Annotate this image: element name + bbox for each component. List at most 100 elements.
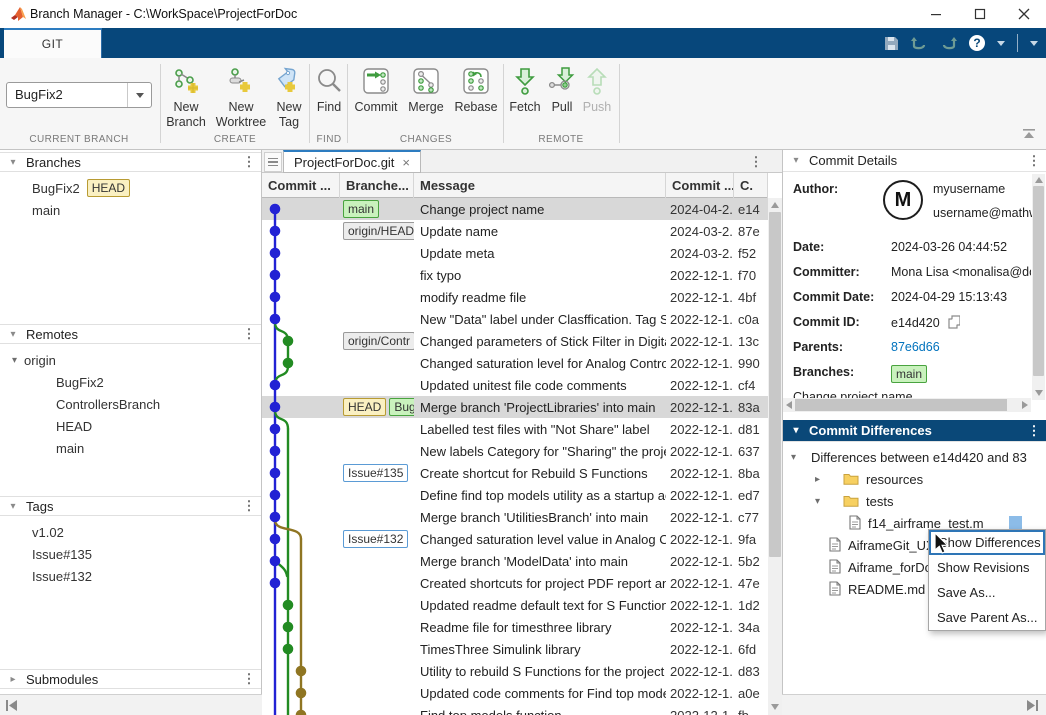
scroll-up-icon[interactable]	[1035, 177, 1043, 183]
collapse-arrow-icon[interactable]: ▾	[0, 157, 26, 168]
expand-arrow-icon[interactable]: ▸	[0, 674, 26, 685]
commit-table-row[interactable]: Update meta2024-03-2...f52	[262, 242, 768, 264]
context-menu-item[interactable]: Show Revisions	[929, 555, 1045, 580]
sidebar-branch-item[interactable]: main	[32, 200, 60, 220]
sidebar-bottom-scrollbar[interactable]	[0, 694, 262, 715]
collapse-arrow-icon[interactable]: ▾	[0, 329, 26, 340]
find-button[interactable]: Find	[312, 64, 346, 115]
branches-section-header[interactable]: ▾ Branches ⋮	[0, 152, 261, 172]
column-header[interactable]: Commit ...	[666, 173, 734, 198]
sidebar-remote-branch-item[interactable]: BugFix2	[56, 372, 104, 392]
scroll-right-icon[interactable]	[1022, 401, 1028, 409]
commit-details-header[interactable]: ▾ Commit Details ⋮	[783, 150, 1046, 172]
submodules-menu-icon[interactable]: ⋮	[237, 671, 261, 687]
scroll-up-icon[interactable]	[771, 202, 779, 208]
copy-icon[interactable]	[948, 315, 960, 332]
combo-dropdown-icon[interactable]	[127, 83, 151, 107]
minimize-button[interactable]	[914, 0, 958, 28]
commit-table-row[interactable]: New labels Category for "Sharing" the pr…	[262, 440, 768, 462]
remotes-menu-icon[interactable]: ⋮	[237, 326, 261, 342]
collapse-arrow-icon[interactable]: ▾	[783, 425, 809, 436]
tags-section-header[interactable]: ▾ Tags ⋮	[0, 496, 261, 516]
commit-table-row[interactable]: origin/HEADUpdate name2024-03-2...87e	[262, 220, 768, 242]
document-tab[interactable]: ProjectForDoc.git ×	[283, 150, 421, 173]
commit-table-row[interactable]: Find top models function2022-12-1...fb	[262, 704, 768, 715]
sidebar-branch-item[interactable]: BugFix2HEAD	[32, 178, 130, 198]
column-header[interactable]: Commit ...	[262, 173, 340, 198]
sidebar-remote-root[interactable]: ▾origin	[12, 350, 56, 370]
diff-tree-item[interactable]: ▾Differences between e14d420 and 83	[783, 446, 1046, 468]
scrollbar-thumb[interactable]	[1033, 186, 1044, 376]
sidebar-tag-item[interactable]: Issue#135	[32, 544, 92, 564]
commit-table-row[interactable]: Readme file for timesthree library2022-1…	[262, 616, 768, 638]
help-icon[interactable]: ?	[969, 35, 985, 51]
tab-list-icon[interactable]	[264, 152, 282, 172]
push-button[interactable]: Push	[580, 64, 614, 115]
save-icon[interactable]	[884, 36, 899, 51]
undo-icon[interactable]	[911, 36, 928, 51]
commit-table-row[interactable]: origin/ContrChanged parameters of Stick …	[262, 330, 768, 352]
close-button[interactable]	[1002, 0, 1046, 28]
scroll-down-icon[interactable]	[1035, 390, 1043, 396]
new-branch-button[interactable]: New Branch	[164, 64, 208, 130]
commit-table-row[interactable]: Updated readme default text for S Functi…	[262, 594, 768, 616]
commit-table-row[interactable]: Changed saturation level for Analog Cont…	[262, 352, 768, 374]
tags-menu-icon[interactable]: ⋮	[237, 498, 261, 514]
commit-table-row[interactable]: mainChange project name2024-04-2...e14	[262, 198, 768, 220]
maximize-button[interactable]	[958, 0, 1002, 28]
column-header[interactable]: C.	[734, 173, 768, 198]
scroll-to-end-icon[interactable]	[1026, 700, 1038, 711]
current-branch-combo[interactable]: BugFix2	[6, 82, 152, 108]
pull-button[interactable]: Pull	[546, 64, 578, 115]
scroll-down-icon[interactable]	[771, 704, 779, 710]
commit-table-row[interactable]: Merge branch 'ModelData' into main2022-1…	[262, 550, 768, 572]
branches-menu-icon[interactable]: ⋮	[237, 154, 261, 170]
commit-table-row[interactable]: Updated unitest file code comments2022-1…	[262, 374, 768, 396]
collapse-arrow-icon[interactable]: ▾	[12, 355, 17, 366]
help-dropdown-icon[interactable]	[997, 41, 1005, 46]
commit-table-row[interactable]: Created shortcuts for project PDF report…	[262, 572, 768, 594]
collapse-arrow-icon[interactable]: ▾	[0, 501, 26, 512]
commit-table-row[interactable]: modify readme file2022-12-1...4bf	[262, 286, 768, 308]
rebase-button[interactable]: Rebase	[452, 64, 500, 115]
commit-differences-menu-icon[interactable]: ⋮	[1022, 423, 1046, 439]
collapse-arrow-icon[interactable]: ▾	[791, 452, 796, 463]
commit-table-row[interactable]: fix typo2022-12-1...f70	[262, 264, 768, 286]
new-tag-button[interactable]: New Tag	[272, 64, 306, 130]
details-vertical-scrollbar[interactable]	[1032, 174, 1045, 400]
column-header[interactable]: Message	[414, 173, 666, 198]
expand-arrow-icon[interactable]: ▸	[815, 474, 820, 485]
merge-button[interactable]: Merge	[404, 64, 448, 115]
collapse-ribbon-icon[interactable]	[1022, 128, 1036, 143]
redo-icon[interactable]	[940, 36, 957, 51]
commit-button[interactable]: Commit	[352, 64, 400, 115]
details-horizontal-scrollbar[interactable]	[783, 398, 1031, 412]
quick-access-dropdown-icon[interactable]	[1030, 41, 1038, 46]
diff-tree-item[interactable]: ▸resources	[783, 468, 1046, 490]
sidebar-tag-item[interactable]: Issue#132	[32, 566, 92, 586]
sidebar-tag-item[interactable]: v1.02	[32, 522, 64, 542]
commit-table-row[interactable]: HEADBugFMerge branch 'ProjectLibraries' …	[262, 396, 768, 418]
commit-table-row[interactable]: New "Data" label under Clasffication. Ta…	[262, 308, 768, 330]
context-menu-item[interactable]: Save As...	[929, 580, 1045, 605]
context-menu-item[interactable]: Save Parent As...	[929, 605, 1045, 630]
right-panel-bottom-scrollbar[interactable]	[782, 694, 1046, 715]
scrollbar-thumb[interactable]	[795, 399, 1007, 411]
scroll-left-icon[interactable]	[786, 401, 792, 409]
sidebar-remote-branch-item[interactable]: HEAD	[56, 416, 92, 436]
table-vertical-scrollbar[interactable]	[768, 198, 782, 715]
collapse-arrow-icon[interactable]: ▾	[783, 155, 809, 166]
submodules-section-header[interactable]: ▸ Submodules ⋮	[0, 669, 261, 689]
sidebar-remote-branch-item[interactable]: main	[56, 438, 84, 458]
commit-table-row[interactable]: Utility to rebuild S Functions for the p…	[262, 660, 768, 682]
commit-differences-header[interactable]: ▾ Commit Differences ⋮	[783, 420, 1046, 442]
diff-tree-item[interactable]: ▾tests	[783, 490, 1046, 512]
commit-details-menu-icon[interactable]: ⋮	[1022, 153, 1046, 169]
commit-table-row[interactable]: Issue#135Create shortcut for Rebuild S F…	[262, 462, 768, 484]
remotes-section-header[interactable]: ▾ Remotes ⋮	[0, 324, 261, 344]
collapse-arrow-icon[interactable]: ▾	[815, 496, 820, 507]
fetch-button[interactable]: Fetch	[506, 64, 544, 115]
tab-close-icon[interactable]: ×	[402, 155, 410, 170]
new-worktree-button[interactable]: New Worktree	[212, 64, 270, 130]
commit-table-row[interactable]: TimesThree Simulink library2022-12-1...6…	[262, 638, 768, 660]
